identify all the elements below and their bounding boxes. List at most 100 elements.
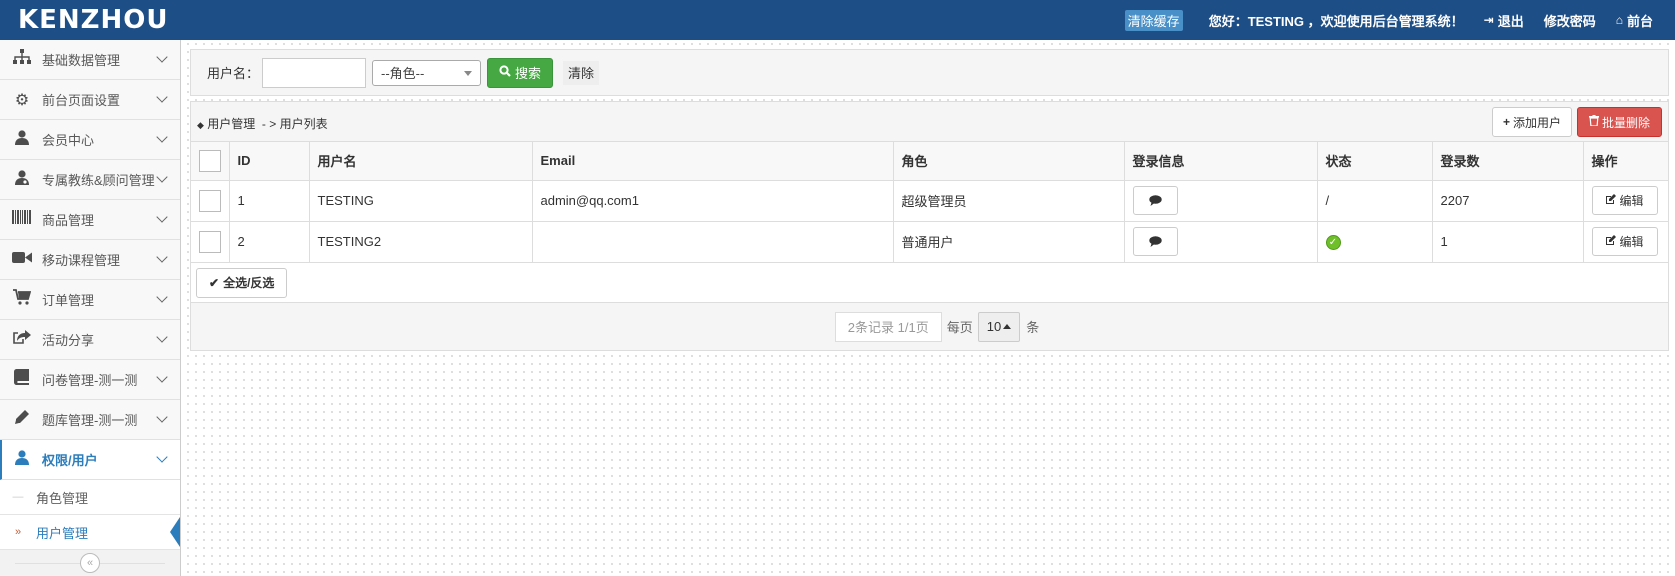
- sidebar-item-label: 问卷管理-测一测: [42, 373, 138, 388]
- sidebar-item-questionnaire[interactable]: 问卷管理-测一测: [0, 360, 180, 400]
- sidebar: 基础数据管理 ⚙ 前台页面设置 会员中心 专属教练&顾问管理 商品管理 移动课程…: [0, 40, 181, 576]
- username-input[interactable]: [262, 57, 367, 88]
- sidebar-item-label: 会员中心: [42, 133, 95, 148]
- role-select[interactable]: --角色--: [372, 59, 482, 86]
- row-checkbox[interactable]: [199, 230, 221, 253]
- sidebar-item-products[interactable]: 商品管理: [0, 200, 180, 240]
- logout-link[interactable]: ⇥ 退出: [1484, 11, 1524, 30]
- sidebar-item-label: 移动课程管理: [42, 253, 121, 268]
- batch-delete-label: 批量删除: [1601, 115, 1650, 130]
- home-icon: ⌂: [1615, 13, 1623, 27]
- caret-up-icon: [1003, 324, 1012, 329]
- edit-label: 编辑: [1619, 235, 1644, 249]
- cell-login-info: [1123, 179, 1318, 222]
- cell-role: 普通用户: [892, 220, 1125, 263]
- sidebar-item-frontend-settings[interactable]: ⚙ 前台页面设置: [0, 80, 180, 120]
- gears-icon: ⚙: [14, 91, 30, 109]
- row-select-cell: [191, 220, 230, 263]
- check-icon: ✔: [209, 275, 220, 290]
- cell-email: admin@qq.com1: [531, 179, 894, 222]
- sidebar-item-label: 订单管理: [42, 293, 95, 308]
- sitemap-icon: [11, 49, 33, 70]
- user-md-icon: [11, 169, 33, 190]
- tree-bullet-icon: —: [12, 491, 24, 503]
- table-row: 1 TESTING admin@qq.com1 超级管理员 / 2207 编辑: [191, 179, 1668, 222]
- sidebar-subitem-label: 用户管理: [36, 525, 89, 541]
- clear-cache-link[interactable]: 清除缓存: [1124, 9, 1183, 31]
- sidebar-item-activity-share[interactable]: 活动分享: [0, 320, 180, 360]
- cell-login-count: 2207: [1431, 179, 1584, 222]
- chevron-down-icon: [156, 51, 168, 63]
- search-form: 用户名： --角色-- 搜索 清除: [190, 49, 1669, 96]
- search-button[interactable]: 搜索: [487, 57, 554, 88]
- caret-down-icon: [464, 70, 473, 76]
- row-select-cell: [191, 179, 230, 222]
- book-icon: [11, 369, 33, 390]
- pagination-info: 2条记录 1/1页: [834, 311, 942, 342]
- sidebar-item-label: 题库管理-测一测: [42, 413, 138, 428]
- sidebar-item-permissions-users[interactable]: 权限/用户: [0, 440, 180, 480]
- cell-email: [531, 220, 894, 263]
- change-password-link[interactable]: 修改密码: [1544, 11, 1596, 30]
- row-checkbox[interactable]: [199, 189, 221, 212]
- page-size-select[interactable]: 10: [977, 311, 1021, 342]
- username-label: 用户名：: [207, 66, 260, 81]
- per-page-unit: 条: [1026, 320, 1040, 335]
- table-header-row: ID 用户名 Email 角色 登录信息 状态 登录数 操作: [191, 142, 1668, 181]
- cell-role: 超级管理员: [892, 179, 1125, 222]
- column-header-login-count: 登录数: [1431, 142, 1584, 181]
- welcome-text: 您好：TESTING ，欢迎使用后台管理系统！: [1208, 13, 1464, 29]
- chevron-down-icon: [156, 91, 168, 103]
- breadcrumb: ◆ 用户管理 - > 用户列表: [197, 115, 328, 132]
- column-header-id: ID: [228, 142, 310, 181]
- batch-delete-button[interactable]: 批量删除: [1576, 107, 1662, 137]
- cell-login-count: 1: [1431, 220, 1584, 263]
- select-all-button[interactable]: ✔ 全选/反选: [196, 267, 288, 298]
- select-all-checkbox[interactable]: [199, 149, 221, 172]
- sidebar-subitem-roles[interactable]: — 角色管理: [0, 480, 180, 515]
- brand-logo[interactable]: KENZHOU: [18, 6, 169, 34]
- user-icon: [11, 129, 33, 150]
- chevron-down-icon: [156, 131, 168, 143]
- edit-button[interactable]: 编辑: [1591, 186, 1658, 215]
- edit-button[interactable]: 编辑: [1591, 227, 1658, 256]
- frontend-link[interactable]: ⌂ 前台: [1616, 11, 1653, 30]
- breadcrumb-text: 用户管理 - > 用户列表: [207, 117, 328, 131]
- panel-header: ◆ 用户管理 - > 用户列表 + 添加用户 批量删除: [191, 102, 1668, 142]
- top-navbar: KENZHOU 清除缓存 您好：TESTING ，欢迎使用后台管理系统！ ⇥ 退…: [0, 0, 1675, 40]
- sidebar-subitem-users[interactable]: » 用户管理: [0, 515, 180, 550]
- sidebar-item-label: 商品管理: [42, 213, 95, 228]
- sidebar-item-label: 前台页面设置: [42, 93, 121, 108]
- pencil-icon: [11, 409, 33, 430]
- cart-icon: [11, 289, 33, 310]
- login-info-button[interactable]: [1132, 186, 1178, 215]
- sidebar-item-coach-management[interactable]: 专属教练&顾问管理: [0, 160, 180, 200]
- add-user-button[interactable]: + 添加用户: [1491, 107, 1572, 137]
- comment-icon: [1148, 195, 1162, 206]
- cell-id: 1: [228, 179, 310, 222]
- clear-button[interactable]: 清除: [563, 60, 600, 85]
- sidebar-item-question-bank[interactable]: 题库管理-测一测: [0, 400, 180, 440]
- cell-username: TESTING2: [308, 220, 533, 263]
- chevron-down-icon: [156, 171, 168, 183]
- user-table: ID 用户名 Email 角色 登录信息 状态 登录数 操作 1 TESTING…: [191, 142, 1668, 263]
- per-page-label: 每页: [946, 320, 973, 335]
- login-info-button[interactable]: [1132, 227, 1178, 256]
- double-angle-left-icon[interactable]: «: [80, 553, 100, 573]
- sidebar-item-orders[interactable]: 订单管理: [0, 280, 180, 320]
- edit-icon: [1605, 234, 1617, 249]
- edit-label: 编辑: [1619, 194, 1644, 208]
- video-camera-icon: [11, 251, 33, 269]
- chevron-down-icon: [156, 251, 168, 263]
- column-header-email: Email: [531, 142, 894, 181]
- check-circle-icon: ✓: [1325, 235, 1341, 251]
- cell-status: /: [1316, 179, 1433, 222]
- chevron-down-icon: [156, 371, 168, 383]
- sidebar-item-mobile-courses[interactable]: 移动课程管理: [0, 240, 180, 280]
- chevron-down-icon: [156, 411, 168, 423]
- sidebar-item-member-center[interactable]: 会员中心: [0, 120, 180, 160]
- navbar-actions: 清除缓存 您好：TESTING ，欢迎使用后台管理系统！ ⇥ 退出 修改密码 ⌂…: [1124, 0, 1675, 40]
- user-list-panel: ◆ 用户管理 - > 用户列表 + 添加用户 批量删除 ID 用户名 Email…: [190, 101, 1669, 351]
- edit-icon: [1605, 193, 1617, 208]
- sidebar-item-basic-data[interactable]: 基础数据管理: [0, 40, 180, 80]
